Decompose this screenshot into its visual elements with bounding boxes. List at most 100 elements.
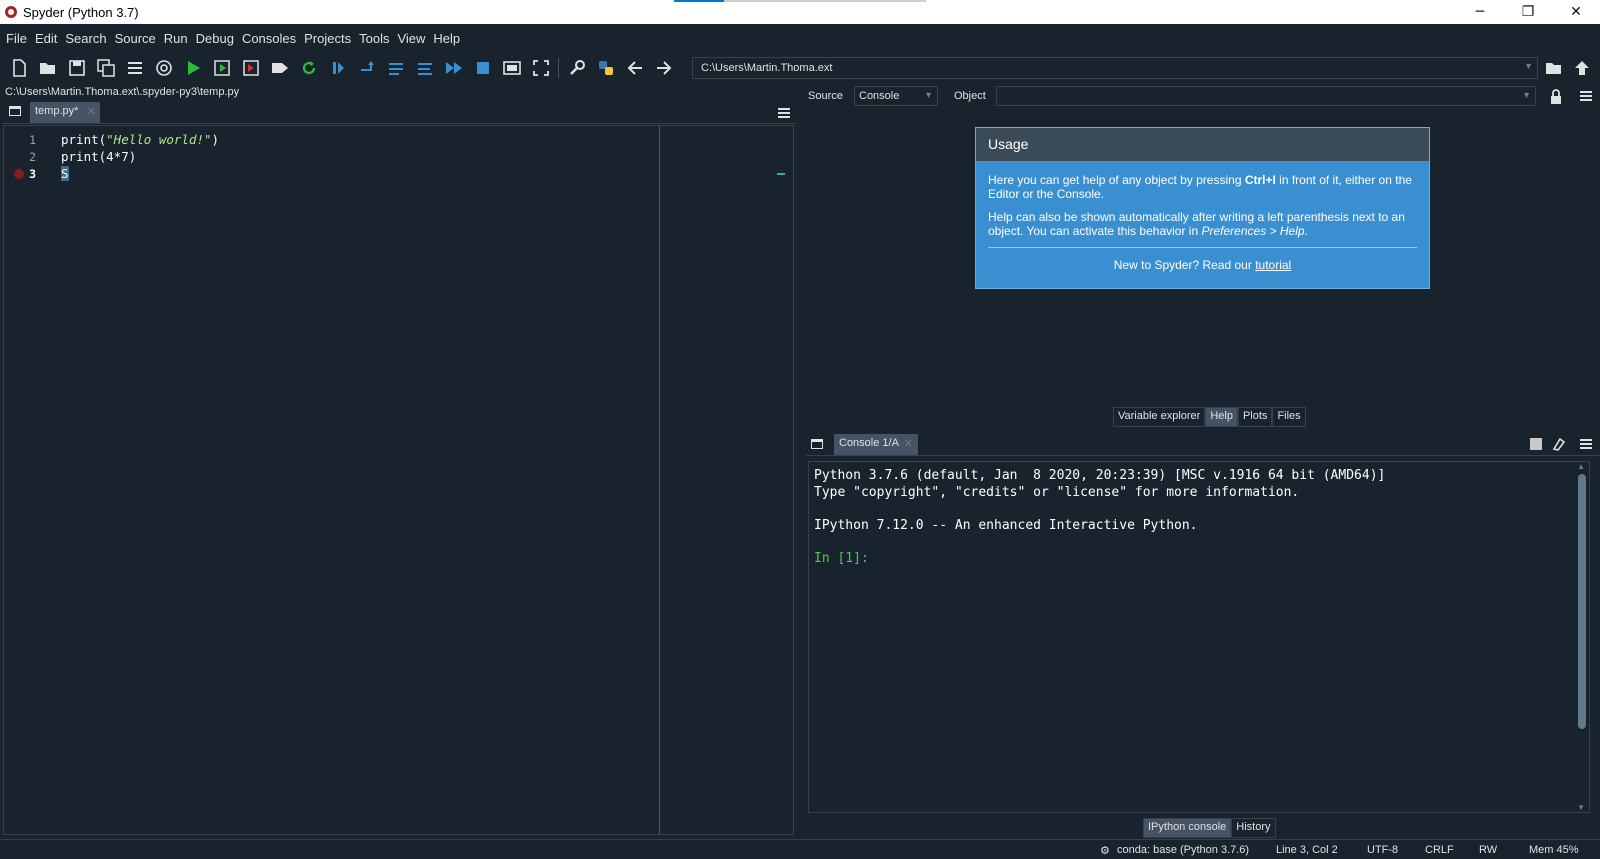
tab-variable-explorer[interactable]: Variable explorer	[1113, 407, 1206, 427]
breakpoint-icon[interactable]	[14, 169, 24, 179]
save-all-icon[interactable]	[91, 54, 120, 82]
menu-consoles[interactable]: Consoles	[238, 31, 300, 46]
edge-line	[659, 126, 660, 834]
close-button[interactable]: ✕	[1552, 0, 1600, 24]
console-scrollbar[interactable]	[1578, 474, 1586, 729]
scroll-up-icon[interactable]: ▲	[1577, 462, 1585, 471]
object-input[interactable]: ▼	[996, 86, 1536, 106]
line-number-gutter: 1 2 3	[4, 126, 61, 834]
status-cursor-position: Line 3, Col 2	[1276, 844, 1338, 856]
new-file-icon[interactable]	[4, 54, 33, 82]
close-tab-icon[interactable]: ✕	[904, 437, 913, 450]
line-number: 1	[29, 133, 36, 147]
scrollbar-marker	[777, 173, 785, 175]
menu-view[interactable]: View	[393, 31, 429, 46]
source-label: Source	[808, 90, 843, 102]
status-eol: CRLF	[1425, 844, 1454, 856]
chevron-down-icon[interactable]: ▼	[1522, 90, 1531, 100]
maximize-button[interactable]: ❐	[1504, 0, 1552, 24]
run-cell-icon[interactable]	[207, 54, 236, 82]
code-line: print(4*7)	[61, 149, 137, 164]
code-area[interactable]: print("Hello world!") print(4*7) S	[61, 126, 793, 834]
clear-console-icon[interactable]	[1551, 436, 1567, 452]
console-tab[interactable]: Console 1/A ✕	[834, 434, 918, 455]
stop-icon[interactable]	[468, 54, 497, 82]
code-editor[interactable]: 1 2 3 print("Hello world!") print(4*7) S	[3, 125, 794, 835]
step-return-icon[interactable]	[410, 54, 439, 82]
window-title: Spyder (Python 3.7)	[23, 4, 139, 20]
at-icon[interactable]	[149, 54, 178, 82]
menu-search[interactable]: Search	[61, 31, 110, 46]
maximize-pane-icon[interactable]	[497, 54, 526, 82]
ipython-console[interactable]: Python 3.7.6 (default, Jan 8 2020, 20:23…	[808, 461, 1590, 813]
scroll-down-icon[interactable]: ▼	[1577, 803, 1585, 812]
tab-help[interactable]: Help	[1205, 407, 1238, 427]
help-pane-tabs: Variable explorer Help Plots Files	[1113, 407, 1306, 427]
debug-icon[interactable]	[323, 54, 352, 82]
usage-title: Usage	[976, 128, 1429, 161]
run-selection-icon[interactable]	[265, 54, 294, 82]
minimize-button[interactable]: ─	[1456, 0, 1504, 24]
browse-folder-icon[interactable]	[1540, 54, 1568, 82]
parent-dir-icon[interactable]	[1568, 54, 1596, 82]
preferences-icon[interactable]	[562, 54, 591, 82]
tutorial-link[interactable]: tutorial	[1255, 258, 1291, 272]
menu-tools[interactable]: Tools	[355, 31, 393, 46]
browse-tabs-icon[interactable]	[9, 106, 21, 116]
title-bar: Spyder (Python 3.7) ─ ❐ ✕	[0, 0, 1600, 24]
menu-run[interactable]: Run	[160, 31, 192, 46]
console-tab-bar: Console 1/A ✕	[806, 432, 1600, 456]
tab-files[interactable]: Files	[1272, 407, 1306, 427]
status-memory: Mem 45%	[1529, 844, 1579, 856]
menu-edit[interactable]: Edit	[31, 31, 61, 46]
continue-icon[interactable]	[439, 54, 468, 82]
console-output-line: IPython 7.12.0 -- An enhanced Interactiv…	[814, 518, 1198, 533]
working-directory-input[interactable]: C:\Users\Martin.Thoma.ext ▼	[692, 57, 1538, 79]
editor-tab-temp[interactable]: temp.py* ✕	[30, 102, 100, 123]
menu-bar: File Edit Search Source Run Debug Consol…	[0, 24, 1600, 52]
menu-file[interactable]: File	[2, 31, 31, 46]
menu-help[interactable]: Help	[429, 31, 464, 46]
chevron-down-icon[interactable]: ▼	[924, 90, 933, 100]
fullscreen-icon[interactable]	[526, 54, 555, 82]
run-cell-advance-icon[interactable]	[236, 54, 265, 82]
help-options-menu-icon[interactable]	[1580, 91, 1592, 101]
tab-ipython-console[interactable]: IPython console	[1143, 818, 1232, 838]
tab-history[interactable]: History	[1231, 818, 1276, 838]
spyder-logo-icon	[5, 6, 17, 18]
menu-debug[interactable]: Debug	[192, 31, 238, 46]
divider	[988, 247, 1417, 248]
source-select[interactable]: Console ▼	[854, 86, 938, 106]
forward-arrow-icon[interactable]	[649, 54, 678, 82]
step-icon[interactable]	[352, 54, 381, 82]
console-options-menu-icon[interactable]	[1580, 439, 1592, 449]
usage-paragraph: Here you can get help of any object by p…	[988, 173, 1412, 201]
editor-options-menu-icon[interactable]	[778, 108, 790, 118]
save-icon[interactable]	[62, 54, 91, 82]
window-controls: ─ ❐ ✕	[1456, 0, 1600, 24]
code-line: print("Hello world!")	[61, 132, 220, 147]
chevron-down-icon[interactable]: ▼	[1524, 61, 1533, 71]
browse-tabs-icon[interactable]	[811, 439, 823, 449]
interrupt-kernel-icon[interactable]	[1530, 438, 1542, 450]
open-file-icon[interactable]	[33, 54, 62, 82]
pane-splitter[interactable]	[800, 84, 804, 839]
status-permissions: RW	[1479, 844, 1498, 856]
outline-icon[interactable]	[120, 54, 149, 82]
console-prompt[interactable]: In [1]:	[814, 551, 869, 568]
line-number: 2	[29, 150, 36, 164]
title-accent-track	[724, 0, 926, 2]
console-pane-tabs: IPython console History	[1143, 818, 1276, 838]
usage-panel: Usage Here you can get help of any objec…	[975, 127, 1430, 289]
step-into-icon[interactable]	[381, 54, 410, 82]
menu-source[interactable]: Source	[111, 31, 160, 46]
console-output-line: Type "copyright", "credits" or "license"…	[814, 485, 1300, 500]
back-arrow-icon[interactable]	[620, 54, 649, 82]
menu-projects[interactable]: Projects	[300, 31, 355, 46]
lock-icon[interactable]	[1546, 87, 1566, 107]
close-tab-icon[interactable]: ✕	[87, 105, 96, 118]
rerun-icon[interactable]	[294, 54, 323, 82]
python-path-icon[interactable]	[591, 54, 620, 82]
run-icon[interactable]	[178, 54, 207, 82]
tab-plots[interactable]: Plots	[1237, 407, 1273, 427]
